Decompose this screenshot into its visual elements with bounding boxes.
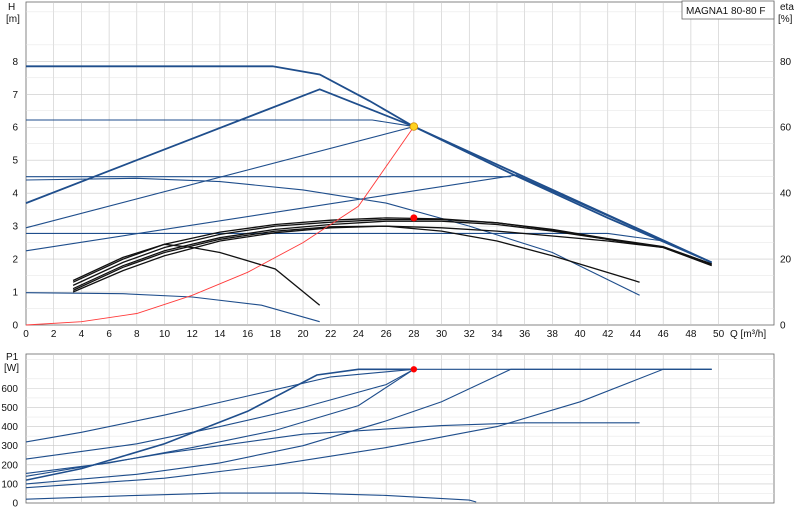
x-tick-label: 8 [134, 329, 140, 340]
pump-performance-chart: 0 2 4 6 8 10 12 14 16 18 20 22 24 26 28 30 32 34 36 38 40 42 4… [0, 0, 800, 520]
head-tick-label: 7 [12, 90, 18, 101]
power-curve [25, 492, 477, 503]
x-tick-label: 44 [630, 329, 642, 340]
head-curve [25, 88, 713, 264]
power-curve [25, 368, 712, 489]
eta-tick-label: 80 [780, 57, 792, 68]
power-axis-unit: [W] [4, 363, 19, 374]
power-curve [25, 422, 640, 477]
power-curve [25, 368, 712, 443]
model-label: MAGNA1 80-80 F [686, 6, 765, 17]
power-tick-label: 200 [1, 460, 18, 471]
x-tick-label: 30 [436, 329, 448, 340]
head-tick-label: 8 [12, 57, 18, 68]
pump-curve-svg: 0 2 4 6 8 10 12 14 16 18 20 22 24 26 28 30 32 34 36 38 40 42 4… [1, 0, 797, 510]
eta-axis-unit: [%] [778, 14, 793, 25]
x-tick-label: 14 [214, 329, 226, 340]
head-tick-label: 5 [12, 156, 18, 167]
x-tick-label: 24 [353, 329, 365, 340]
x-tick-label: 10 [159, 329, 171, 340]
bottom-plot-ticks: 0 100 200 300 400 500 600 [1, 384, 18, 510]
power-axis-label: P1 [6, 352, 19, 363]
eta-tick-label: 0 [780, 321, 786, 332]
power-tick-label: 500 [1, 403, 18, 414]
head-tick-label: 1 [12, 288, 18, 299]
eta-tick-label: 60 [780, 123, 792, 134]
bottom-plot-series [25, 366, 712, 503]
flow-axis-label: Q [m³/h] [730, 329, 766, 340]
head-axis-unit: [m] [6, 14, 20, 25]
x-tick-label: 28 [408, 329, 420, 340]
x-tick-label: 18 [270, 329, 282, 340]
x-tick-label: 34 [491, 329, 503, 340]
head-tick-label: 6 [12, 123, 18, 134]
x-tick-label: 4 [79, 329, 85, 340]
x-tick-label: 50 [713, 329, 725, 340]
head-axis-label: H [8, 2, 15, 13]
x-tick-label: 38 [547, 329, 559, 340]
x-tick-label: 46 [658, 329, 670, 340]
top-plot-series [25, 65, 713, 326]
head-tick-label: 2 [12, 255, 18, 266]
power-duty-point [410, 366, 418, 373]
eta-tick-label: 20 [780, 255, 792, 266]
duty-point [410, 214, 418, 222]
x-tick-label: 32 [464, 329, 476, 340]
top-plot-frame [25, 1, 775, 326]
x-tick-label: 42 [602, 329, 614, 340]
head-tick-label: 3 [12, 222, 18, 233]
eta-tick-label: 40 [780, 189, 792, 200]
top-plot-grid [25, 1, 775, 326]
top-plot-ticks: 0 2 4 6 8 10 12 14 16 18 20 22 24 26 28 30 32 34 36 38 40 42 4… [12, 0, 797, 340]
power-tick-label: 400 [1, 422, 18, 433]
x-tick-label: 16 [242, 329, 254, 340]
x-tick-label: 0 [23, 329, 29, 340]
x-tick-label: 36 [519, 329, 531, 340]
power-tick-label: 300 [1, 441, 18, 452]
power-tick-label: 100 [1, 479, 18, 490]
head-tick-label: 0 [12, 321, 18, 332]
power-tick-label: 0 [12, 499, 18, 510]
head-curve [25, 292, 320, 323]
optimum-point [409, 122, 419, 131]
x-tick-label: 12 [187, 329, 199, 340]
x-tick-label: 20 [297, 329, 309, 340]
eta-axis-label: eta [780, 2, 794, 13]
x-tick-label: 6 [106, 329, 112, 340]
model-label-box: MAGNA1 80-80 F [681, 0, 775, 20]
x-tick-label: 26 [381, 329, 393, 340]
head-tick-label: 4 [12, 189, 18, 200]
x-tick-label: 22 [325, 329, 337, 340]
power-tick-label: 600 [1, 384, 18, 395]
x-tick-label: 2 [51, 329, 57, 340]
x-tick-label: 40 [575, 329, 587, 340]
x-tick-label: 48 [685, 329, 697, 340]
